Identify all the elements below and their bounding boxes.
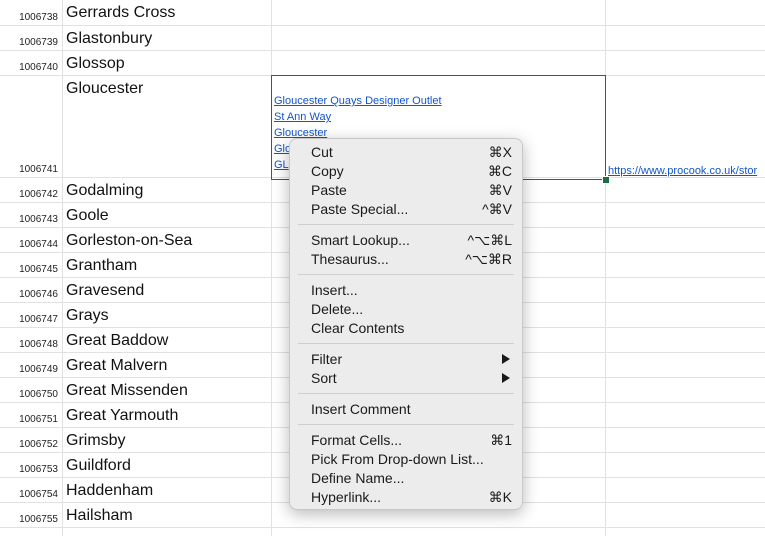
menu-item-shortcut: ⌘V [488, 182, 512, 198]
menu-item-label: Pick From Drop-down List... [311, 451, 484, 467]
menu-item-format-cells[interactable]: Format Cells... ⌘1 [290, 431, 522, 450]
fill-handle[interactable] [602, 176, 610, 184]
menu-item-label: Sort [311, 370, 337, 386]
row-number[interactable]: 1006752 [0, 439, 62, 450]
row-number[interactable]: 1006748 [0, 339, 62, 350]
menu-item-delete[interactable]: Delete... [290, 300, 522, 319]
menu-item-label: Insert Comment [311, 401, 411, 417]
town-name-cell[interactable]: Godalming [66, 182, 143, 200]
menu-separator [298, 393, 514, 394]
menu-item-shortcut: ^⌥⌘L [467, 232, 513, 248]
menu-item-label: Insert... [311, 282, 358, 298]
menu-item-shortcut: ^⌥⌘R [465, 251, 512, 267]
menu-item-label: Delete... [311, 301, 364, 317]
town-name-cell[interactable]: Guildford [66, 457, 131, 475]
menu-item-copy[interactable]: Copy ⌘C [290, 162, 522, 181]
menu-item-shortcut: ⌘K [488, 489, 512, 505]
menu-item-define-name[interactable]: Define Name... [290, 469, 522, 488]
town-name-cell[interactable]: Great Yarmouth [66, 407, 178, 425]
url-cell-link[interactable]: https://www.procook.co.uk/stor [608, 165, 757, 177]
table-row[interactable]: 1006740 Glossop [0, 51, 765, 76]
menu-item-smart-lookup[interactable]: Smart Lookup... ^⌥⌘L [290, 231, 522, 250]
menu-item-label: Paste [311, 182, 347, 198]
town-name-cell[interactable]: Glastonbury [66, 30, 152, 48]
menu-item-label: Filter [311, 351, 343, 367]
menu-item-label: Thesaurus... [311, 251, 389, 267]
town-name-cell[interactable]: Hailsham [66, 507, 133, 525]
menu-separator [298, 274, 514, 275]
town-name-cell[interactable]: Gerrards Cross [66, 4, 175, 22]
menu-item-label: Format Cells... [311, 432, 403, 448]
submenu-arrow-icon [502, 373, 510, 383]
context-menu[interactable]: Cut ⌘X Copy ⌘C Paste ⌘V Paste Special... ^⌘V Sma… [289, 138, 523, 510]
menu-separator [298, 424, 514, 425]
town-name-cell[interactable]: Great Missenden [66, 382, 188, 400]
menu-item-label: Smart Lookup... [311, 232, 410, 248]
submenu-arrow-icon [502, 354, 510, 364]
menu-item-label: Define Name... [311, 470, 405, 486]
address-line-1[interactable]: Gloucester Quays Designer Outlet [274, 95, 442, 107]
row-number[interactable]: 1006744 [0, 239, 62, 250]
town-name-cell[interactable]: Haddenham [66, 482, 153, 500]
row-number[interactable]: 1006747 [0, 314, 62, 325]
menu-item-sort[interactable]: Sort [290, 369, 522, 388]
town-name-cell[interactable]: Gravesend [66, 282, 144, 300]
town-name-cell[interactable]: Great Baddow [66, 332, 168, 350]
town-name-cell[interactable]: Grantham [66, 257, 137, 275]
row-number[interactable]: 1006743 [0, 214, 62, 225]
address-line-5[interactable]: GL [274, 159, 289, 171]
town-name-cell[interactable]: Great Malvern [66, 357, 167, 375]
menu-item-label: Hyperlink... [311, 489, 382, 505]
menu-item-thesaurus[interactable]: Thesaurus... ^⌥⌘R [290, 250, 522, 269]
row-number[interactable]: 1006749 [0, 364, 62, 375]
menu-item-insert[interactable]: Insert... [290, 281, 522, 300]
row-number[interactable]: 1006754 [0, 489, 62, 500]
menu-item-label: Paste Special... [311, 201, 409, 217]
menu-item-pick-from-drop-down-list[interactable]: Pick From Drop-down List... [290, 450, 522, 469]
row-number[interactable]: 1006753 [0, 464, 62, 475]
row-number[interactable]: 1006740 [0, 62, 62, 73]
table-row[interactable]: 1006738 Gerrards Cross [0, 0, 765, 26]
menu-item-label: Copy [311, 163, 344, 179]
town-name-cell[interactable]: Goole [66, 207, 109, 225]
table-row[interactable]: 1006739 Glastonbury [0, 26, 765, 51]
menu-item-cut[interactable]: Cut ⌘X [290, 143, 522, 162]
row-number[interactable]: 1006742 [0, 189, 62, 200]
row-number[interactable]: 1006745 [0, 264, 62, 275]
menu-separator [298, 224, 514, 225]
town-name-cell[interactable]: Glossop [66, 55, 125, 73]
row-number[interactable]: 1006750 [0, 389, 62, 400]
row-number[interactable]: 1006741 [0, 164, 62, 175]
menu-item-insert-comment[interactable]: Insert Comment [290, 400, 522, 419]
row-number[interactable]: 1006751 [0, 414, 62, 425]
row-number[interactable]: 1006738 [0, 12, 62, 23]
town-name-cell[interactable]: Gorleston-on-Sea [66, 232, 192, 250]
menu-item-label: Cut [311, 144, 333, 160]
town-name-cell[interactable]: Gloucester [66, 80, 143, 98]
row-number[interactable]: 1006746 [0, 289, 62, 300]
menu-item-clear-contents[interactable]: Clear Contents [290, 319, 522, 338]
menu-item-paste-special[interactable]: Paste Special... ^⌘V [290, 200, 522, 219]
menu-item-label: Clear Contents [311, 320, 405, 336]
town-name-cell[interactable]: Grays [66, 307, 109, 325]
menu-separator [298, 343, 514, 344]
menu-item-filter[interactable]: Filter [290, 350, 522, 369]
row-number[interactable]: 1006755 [0, 514, 62, 525]
menu-item-shortcut: ⌘1 [490, 432, 512, 448]
menu-item-hyperlink[interactable]: Hyperlink... ⌘K [290, 488, 522, 507]
address-line-2[interactable]: St Ann Way [274, 111, 331, 123]
row-number[interactable]: 1006739 [0, 37, 62, 48]
town-name-cell[interactable]: Grimsby [66, 432, 126, 450]
menu-item-paste[interactable]: Paste ⌘V [290, 181, 522, 200]
menu-item-shortcut: ^⌘V [482, 201, 512, 217]
menu-item-shortcut: ⌘C [487, 163, 512, 179]
menu-item-shortcut: ⌘X [488, 144, 512, 160]
